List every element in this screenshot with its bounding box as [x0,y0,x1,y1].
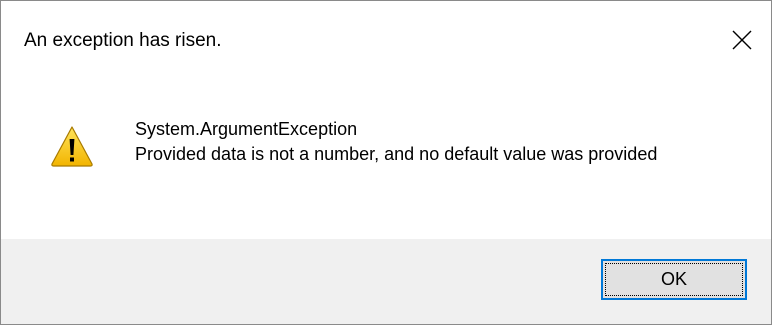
exception-description: Provided data is not a number, and no de… [135,144,658,164]
close-button[interactable] [713,1,771,79]
close-icon [732,30,752,50]
title-bar[interactable]: An exception has risen. [1,1,771,81]
dialog-title: An exception has risen. [24,30,222,51]
error-message: System.ArgumentException Provided data i… [135,117,745,167]
dialog-content: System.ArgumentException Provided data i… [1,81,771,239]
ok-button[interactable]: OK [601,259,747,300]
exception-type: System.ArgumentException [135,119,358,139]
dialog-footer: OK [1,239,771,324]
warning-icon [50,124,94,168]
exception-dialog: An exception has risen. System.ArgumentE… [0,0,772,325]
ok-button-label: OK [605,263,743,296]
